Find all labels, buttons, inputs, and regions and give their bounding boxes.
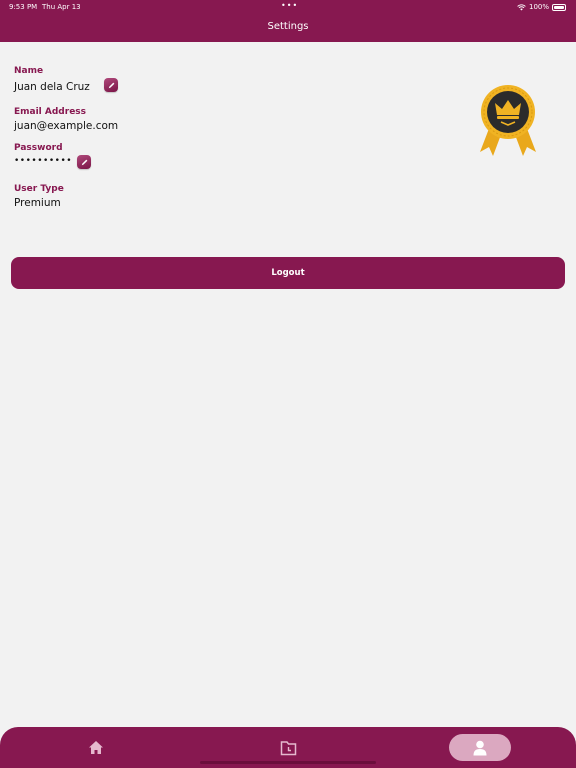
password-value: •••••••••• bbox=[14, 156, 73, 166]
battery-percent: 100% bbox=[528, 3, 549, 11]
edit-password-button[interactable] bbox=[77, 155, 91, 169]
wifi-icon bbox=[517, 3, 526, 10]
user-type-label: User Type bbox=[14, 184, 64, 194]
pencil-icon bbox=[108, 82, 114, 88]
name-label: Name bbox=[14, 66, 44, 76]
status-time: 9:53 PM bbox=[9, 3, 38, 11]
status-date: Thu Apr 13 bbox=[42, 3, 81, 11]
email-label: Email Address bbox=[14, 107, 87, 117]
logout-button[interactable]: Logout bbox=[11, 257, 565, 289]
home-icon bbox=[89, 741, 103, 754]
multitasking-dots[interactable]: ••• bbox=[281, 1, 298, 10]
user-type-value: Premium bbox=[14, 197, 61, 209]
name-value: Juan dela Cruz bbox=[14, 81, 90, 93]
edit-name-button[interactable] bbox=[104, 78, 118, 92]
premium-crown-badge-icon bbox=[480, 85, 536, 156]
battery-icon bbox=[552, 3, 566, 11]
tab-profile[interactable] bbox=[449, 734, 511, 761]
password-label: Password bbox=[14, 143, 63, 153]
history-icon bbox=[280, 740, 296, 755]
email-value: juan@example.com bbox=[14, 120, 119, 132]
tab-history[interactable] bbox=[257, 734, 319, 761]
status-right: 100% bbox=[517, 3, 566, 11]
page-title: Settings bbox=[267, 21, 309, 32]
pencil-icon bbox=[81, 159, 87, 165]
profile-icon bbox=[473, 740, 487, 755]
home-indicator[interactable] bbox=[200, 761, 376, 764]
header-bar: 9:53 PM Thu Apr 13 ••• 100% Settings bbox=[0, 0, 576, 42]
status-bar: 9:53 PM Thu Apr 13 ••• 100% bbox=[0, 0, 576, 14]
tab-home[interactable] bbox=[65, 734, 127, 761]
